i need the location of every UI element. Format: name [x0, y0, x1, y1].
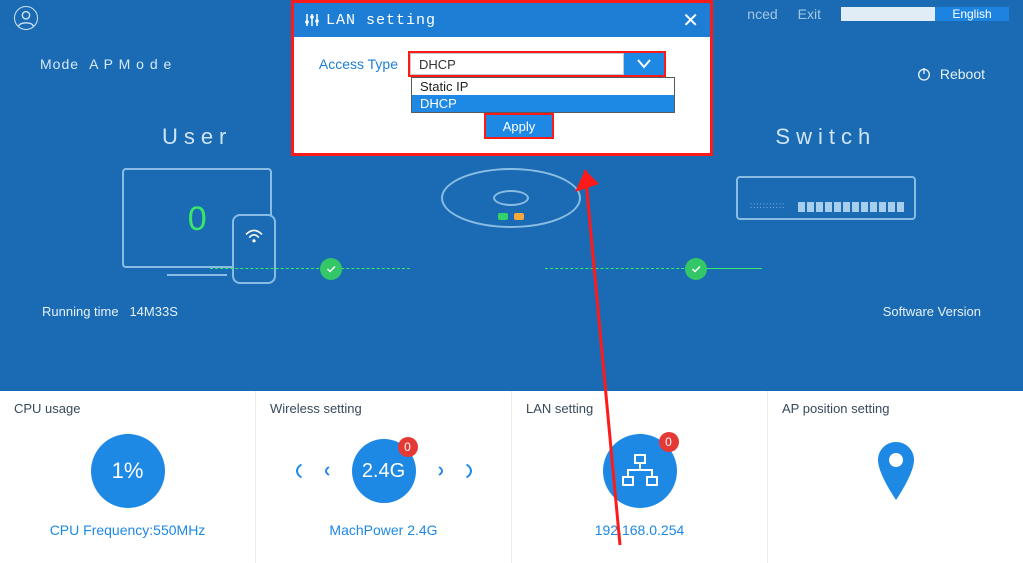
location-pin-icon	[876, 442, 916, 500]
check-icon	[320, 258, 342, 280]
nav-exit[interactable]: Exit	[798, 6, 821, 22]
power-icon	[916, 66, 932, 82]
chevron-down-icon[interactable]	[624, 53, 664, 75]
cpu-gauge-icon: 1%	[91, 434, 165, 508]
check-icon	[685, 258, 707, 280]
software-version-label: Software Version	[883, 304, 981, 319]
running-time-label: Running time	[42, 304, 119, 319]
cpu-frequency: CPU Frequency:550MHz	[14, 522, 241, 538]
connection-line	[210, 268, 410, 269]
modal-title: LAN setting	[326, 12, 436, 29]
position-card[interactable]: AP position setting	[768, 391, 1023, 563]
user-device-icon: 0	[122, 168, 272, 268]
access-type-select[interactable]: DHCP	[408, 51, 666, 77]
lan-badge: 0	[659, 432, 679, 452]
lan-card[interactable]: LAN setting 0 192.168.0.254	[512, 391, 767, 563]
lan-ip: 192.168.0.254	[526, 522, 753, 538]
option-static-ip[interactable]: Static IP	[412, 78, 674, 95]
heading-switch: Switch	[669, 124, 983, 150]
access-type-options: Static IP DHCP	[411, 77, 675, 113]
card-row: CPU usage 1% CPU Frequency:550MHz Wirele…	[0, 391, 1023, 563]
apply-button[interactable]: Apply	[486, 115, 552, 137]
cpu-card[interactable]: CPU usage 1% CPU Frequency:550MHz	[0, 391, 255, 563]
reboot-button[interactable]: Reboot	[916, 66, 985, 82]
connection-line	[545, 268, 760, 269]
wireless-badge: 0	[398, 437, 418, 457]
close-icon[interactable]: ✕	[682, 8, 700, 33]
wireless-card[interactable]: Wireless setting 2.4G 0 MachPower 2.4G	[256, 391, 511, 563]
wireless-icon: 2.4G 0	[270, 434, 497, 508]
mode-value: A P M o d e	[89, 56, 172, 72]
option-dhcp[interactable]: DHCP	[412, 95, 674, 112]
wireless-ssid: MachPower 2.4G	[270, 522, 497, 538]
avatar-icon[interactable]	[14, 6, 38, 30]
modal-header: LAN setting ✕	[294, 3, 710, 37]
wifi-icon	[234, 228, 274, 249]
nav-advanced[interactable]: nced	[747, 6, 777, 22]
lan-icon: 0	[603, 434, 677, 508]
running-time-value: 14M33S	[129, 304, 177, 319]
access-type-value: DHCP	[410, 53, 624, 75]
switch-device-icon: :::::::::::	[736, 176, 916, 220]
lan-setting-modal: LAN setting ✕ Access Type DHCP Static IP…	[291, 0, 713, 156]
ap-device-icon	[441, 168, 581, 228]
language-selector[interactable]: English	[841, 7, 1009, 21]
sliders-icon	[304, 12, 320, 28]
access-type-label: Access Type	[314, 56, 398, 72]
mode-label: Mode	[40, 56, 79, 72]
